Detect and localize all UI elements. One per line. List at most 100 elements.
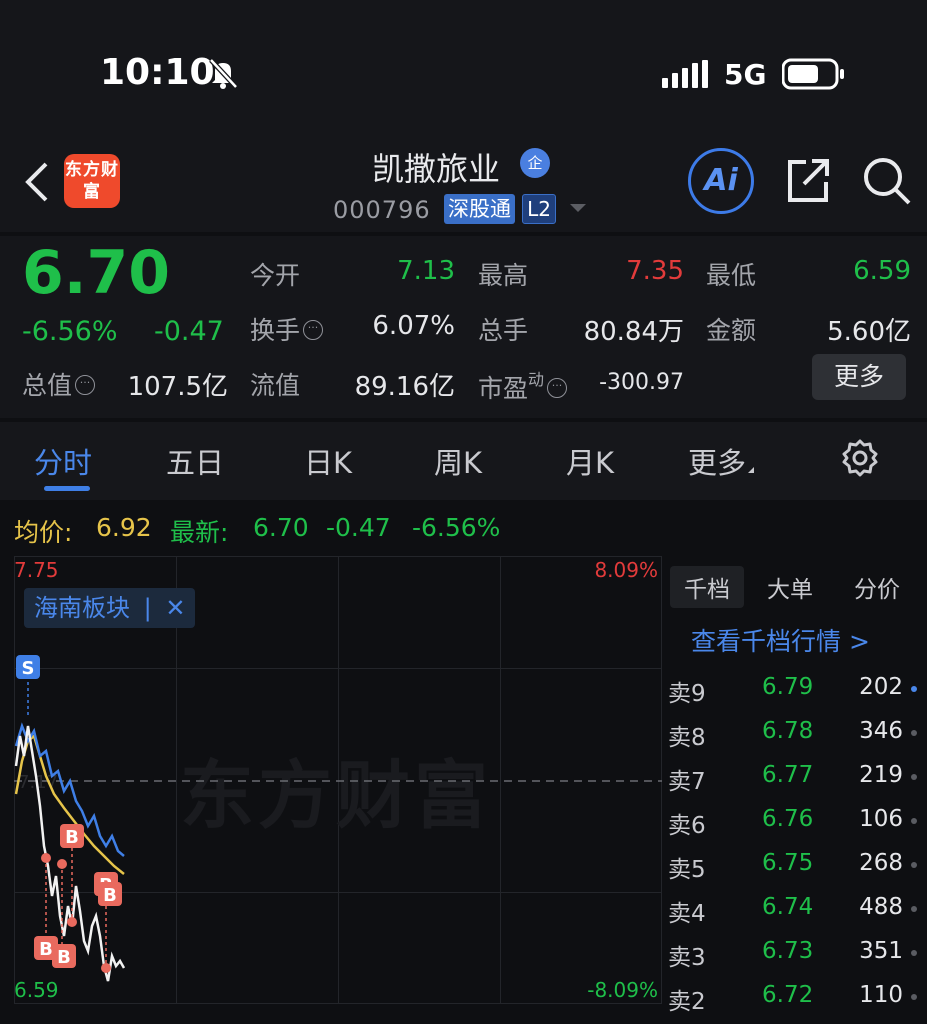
ask-row[interactable]: 卖2 6.72 110 — [664, 974, 927, 1016]
level2-badge[interactable]: L2 — [522, 194, 556, 224]
info-icon[interactable]: ··· — [547, 378, 568, 398]
intraday-price-line — [14, 725, 126, 982]
ask-price: 6.79 — [762, 674, 814, 700]
tab-more[interactable]: 更多 — [688, 440, 755, 482]
indicator-dot — [911, 774, 917, 780]
price-summary-row: 均价: 6.92 最新: 6.70 -0.47 -6.56% — [0, 505, 927, 549]
info-icon[interactable]: ··· — [303, 320, 324, 340]
ask-row[interactable]: 卖6 6.76 106 — [664, 798, 927, 840]
ask-volume: 219 — [859, 762, 903, 788]
close-icon[interactable]: ✕ — [165, 594, 185, 622]
tab-daily-k[interactable]: 日K — [304, 440, 352, 482]
share-icon[interactable] — [784, 156, 832, 204]
chart-high-price: 7.75 — [14, 558, 59, 582]
turnover-label[interactable]: 换手 ··· — [250, 311, 324, 347]
ask-row[interactable]: 卖3 6.73 351 — [664, 930, 927, 972]
change-percent: -6.56% — [22, 316, 118, 347]
pe-label[interactable]: 市盈动 ··· — [478, 366, 568, 405]
ask-price: 6.76 — [762, 806, 814, 832]
more-quote-button[interactable]: 更多 — [812, 354, 906, 400]
buy-marker[interactable]: B — [60, 824, 84, 848]
svg-text:B: B — [39, 939, 53, 960]
tab-five-day[interactable]: 五日 — [166, 440, 224, 482]
amount-label: 金额 — [706, 316, 757, 345]
ask-label: 卖3 — [668, 945, 706, 971]
indicator-dot — [911, 994, 917, 1000]
ask-volume: 351 — [859, 938, 903, 964]
chip-separator: | — [143, 594, 152, 622]
indicator-dot — [911, 730, 917, 736]
avg-label: 均价: — [14, 518, 73, 547]
ask-row[interactable]: 卖9 6.79 202 — [664, 666, 927, 708]
ai-button[interactable]: Ai — [688, 148, 754, 214]
ask-label: 卖5 — [668, 857, 706, 883]
back-icon[interactable] — [22, 160, 50, 204]
status-bar: 10:10 5G — [0, 0, 927, 140]
chart-low-pct: -8.09% — [587, 978, 658, 1002]
buy-marker[interactable]: B — [98, 882, 122, 906]
chart-low-price: 6.59 — [14, 978, 59, 1002]
search-icon[interactable] — [862, 156, 912, 206]
float-label: 流值 — [250, 371, 301, 400]
quote-panel: 6.70 -6.56% -0.47 今开 7.13 最高 7.35 最低 6.5… — [0, 236, 927, 418]
stock-code: 000796 — [333, 196, 431, 224]
indicator-dot — [911, 686, 917, 692]
caret-icon — [748, 467, 755, 473]
latest-value: 6.70 — [253, 513, 309, 542]
order-book: 千档 大单 分价 查看千档行情 > 卖9 6.79 202 卖8 6.78 34… — [664, 556, 927, 1024]
tab-depth[interactable]: 千档 — [670, 566, 744, 608]
high-label: 最高 — [478, 261, 529, 290]
avg-value: 6.92 — [96, 513, 152, 542]
ask-volume: 346 — [859, 718, 903, 744]
ask-price: 6.73 — [762, 938, 814, 964]
sell-marker[interactable]: S — [16, 655, 40, 679]
svg-text:S: S — [22, 658, 35, 679]
tab-intraday[interactable]: 分时 — [34, 440, 92, 482]
caret-down-icon[interactable] — [570, 204, 586, 212]
corp-badge: 企 — [520, 148, 550, 178]
ask-row[interactable]: 卖5 6.75 268 — [664, 842, 927, 884]
mktcap-label[interactable]: 总值 ··· — [22, 366, 96, 402]
last-price: 6.70 — [22, 238, 171, 308]
ask-volume: 106 — [859, 806, 903, 832]
amount-value: 5.60亿 — [827, 317, 911, 347]
ask-price: 6.74 — [762, 894, 814, 920]
chart-tabs: 分时 五日 日K 周K 月K 更多 — [0, 422, 927, 500]
low-label: 最低 — [706, 261, 757, 290]
svg-text:B: B — [57, 947, 71, 968]
signal-icon — [662, 60, 708, 88]
ask-row[interactable]: 卖7 6.77 219 — [664, 754, 927, 796]
sector-chip[interactable]: 海南板块 | ✕ — [24, 588, 196, 628]
indicator-dot — [911, 906, 917, 912]
ask-label: 卖7 — [668, 769, 706, 795]
battery-icon — [782, 58, 844, 90]
ask-price: 6.78 — [762, 718, 814, 744]
buy-marker[interactable]: B — [52, 944, 76, 968]
high-value: 7.35 — [626, 256, 684, 286]
indicator-dot — [911, 950, 917, 956]
active-tab-indicator — [44, 486, 90, 491]
ask-volume: 110 — [859, 982, 903, 1008]
intraday-chart[interactable]: 东方财富 7.17 S B B B B B — [14, 556, 662, 1006]
view-depth-link[interactable]: 查看千档行情 > — [691, 622, 870, 658]
app-logo[interactable]: 东方财富 — [64, 154, 120, 208]
tab-monthly-k[interactable]: 月K — [566, 440, 614, 482]
latest-percent: -6.56% — [412, 513, 501, 542]
stock-header: 东方财富 凯撒旅业 企 000796 深股通 L2 Ai — [0, 130, 927, 232]
stock-name: 凯撒旅业 — [372, 150, 501, 188]
tab-big-orders[interactable]: 大单 — [767, 570, 813, 604]
tab-weekly-k[interactable]: 周K — [434, 440, 482, 482]
ask-row[interactable]: 卖4 6.74 488 — [664, 886, 927, 928]
ask-volume: 488 — [859, 894, 903, 920]
info-icon[interactable]: ··· — [75, 375, 96, 395]
ask-row[interactable]: 卖8 6.78 346 — [664, 710, 927, 752]
volume-value: 80.84万 — [583, 317, 684, 347]
open-label: 今开 — [250, 261, 301, 290]
gear-icon[interactable] — [840, 438, 880, 478]
svg-text:B: B — [103, 885, 117, 906]
tab-price-distribution[interactable]: 分价 — [854, 570, 900, 604]
ask-label: 卖8 — [668, 725, 706, 751]
svg-text:B: B — [65, 827, 79, 848]
float-value: 89.16亿 — [354, 372, 455, 402]
latest-label: 最新: — [170, 518, 229, 547]
